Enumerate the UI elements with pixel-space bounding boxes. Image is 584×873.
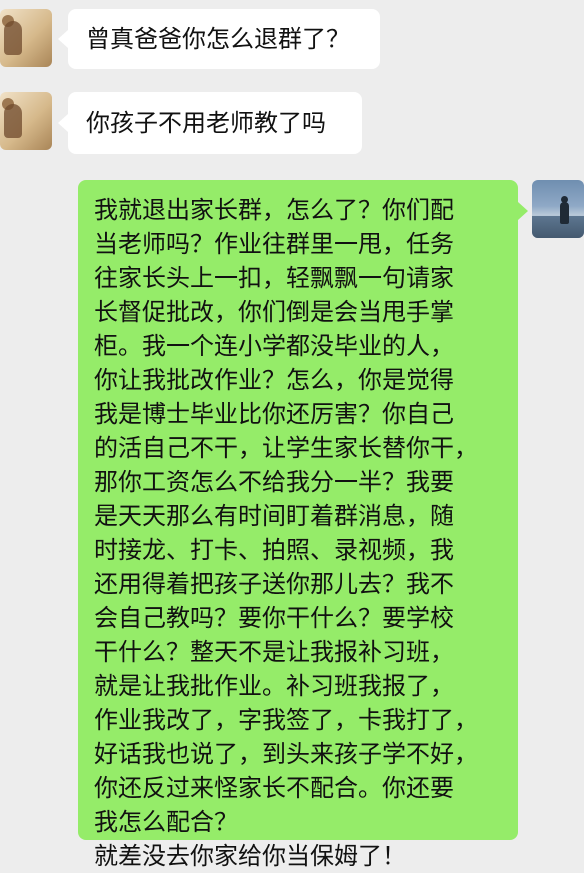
message-text: 我就退出家长群，怎么了？你们配 当老师吗？作业往群里一甩，任务 往家长头上一扣，… [94,196,478,870]
avatar-sea [532,216,584,238]
bubble-tail [518,202,528,220]
sender-avatar[interactable] [0,92,52,150]
incoming-message-bubble[interactable]: 你孩子不用老师教了吗 [68,92,362,154]
bubble-tail [58,114,68,132]
sender-avatar[interactable] [0,9,52,67]
incoming-message-row: 你孩子不用老师教了吗 [0,92,584,154]
message-text: 曾真爸爸你怎么退群了？ [86,25,350,53]
message-text: 你孩子不用老师教了吗 [86,109,326,137]
avatar-figure-body [4,104,22,138]
self-avatar[interactable] [532,180,584,238]
outgoing-message-bubble[interactable]: 我就退出家长群，怎么了？你们配 当老师吗？作业往群里一甩，任务 往家长头上一扣，… [78,180,518,870]
incoming-message-row: 曾真爸爸你怎么退群了？ [0,9,584,69]
avatar-figure-body [4,21,22,55]
bubble-tail [58,30,68,48]
outgoing-message-row: 我就退出家长群，怎么了？你们配 当老师吗？作业往群里一甩，任务 往家长头上一扣，… [0,180,584,870]
avatar-person-body [560,202,569,224]
incoming-message-bubble[interactable]: 曾真爸爸你怎么退群了？ [68,9,380,69]
